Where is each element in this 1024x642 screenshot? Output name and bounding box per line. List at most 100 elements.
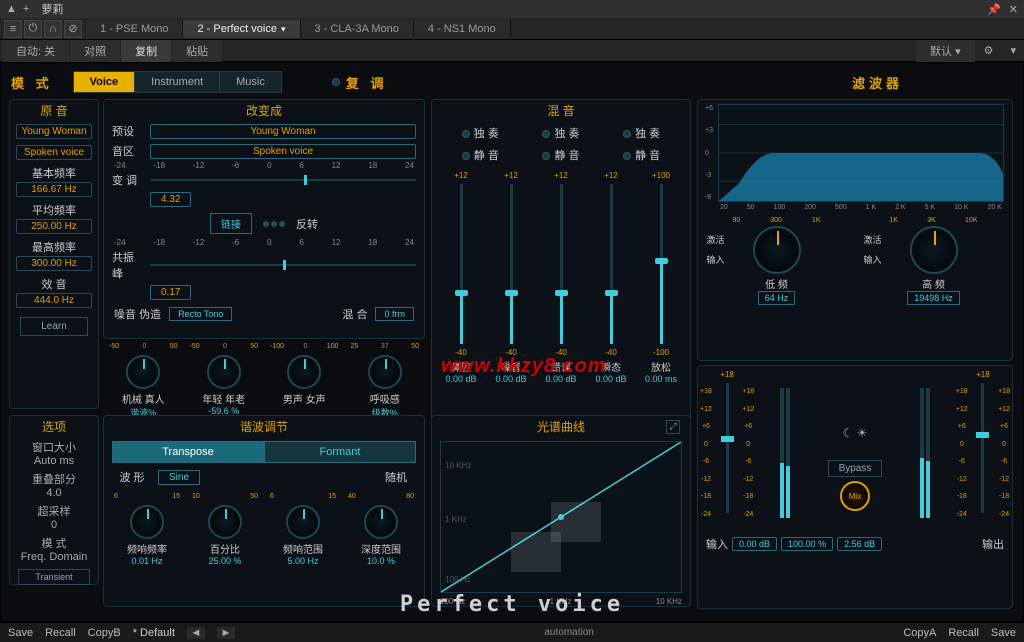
random-label[interactable]: 随机 bbox=[378, 469, 414, 485]
bars-icon[interactable]: ≡ bbox=[4, 20, 22, 38]
region-label: 音区 bbox=[112, 143, 144, 159]
gender-knob[interactable] bbox=[287, 355, 321, 389]
avgfreq-value[interactable]: 250.00 Hz bbox=[16, 219, 92, 234]
out-gain-value[interactable]: 2.56 dB bbox=[837, 537, 882, 551]
solo-dot-2[interactable] bbox=[542, 130, 550, 138]
mech-knob[interactable] bbox=[126, 355, 160, 389]
formant-tab[interactable]: Formant bbox=[264, 441, 416, 463]
copy-button[interactable]: 复制 bbox=[121, 40, 171, 62]
noise-value[interactable]: Recto Tono bbox=[169, 307, 232, 321]
range-knob[interactable] bbox=[286, 505, 320, 539]
error-slider[interactable] bbox=[560, 184, 563, 344]
output-gain-slider[interactable] bbox=[981, 383, 984, 513]
spectrum-plot[interactable]: 10 KHz 1 KHz 100 Hz bbox=[440, 441, 682, 593]
next-preset-button[interactable]: ► bbox=[217, 627, 235, 639]
in-gain-value[interactable]: 0.00 dB bbox=[732, 537, 777, 551]
transient-button[interactable]: Transient bbox=[18, 569, 90, 585]
mute-dot-3[interactable] bbox=[623, 152, 631, 160]
orig-young-woman[interactable]: Young Woman bbox=[16, 124, 92, 139]
copyb-button[interactable]: CopyB bbox=[88, 627, 121, 639]
recall-button-right[interactable]: Recall bbox=[948, 627, 979, 639]
gear-icon[interactable]: ⚙ bbox=[976, 44, 1002, 57]
save-button-left[interactable]: Save bbox=[8, 627, 33, 639]
region-value[interactable]: Spoken voice bbox=[150, 144, 416, 159]
basefreq-value[interactable]: 166.67 Hz bbox=[16, 182, 92, 197]
headphones-icon[interactable]: ∩ bbox=[44, 20, 62, 38]
orig-spoken[interactable]: Spoken voice bbox=[16, 145, 92, 160]
freq-knob[interactable] bbox=[130, 505, 164, 539]
highfreq-value[interactable]: 19498 Hz bbox=[907, 291, 960, 305]
close-icon[interactable]: ✕ bbox=[1009, 3, 1018, 16]
tab-ns1-mono[interactable]: 4 - NS1 Mono bbox=[414, 20, 511, 38]
breath-knob[interactable] bbox=[368, 355, 402, 389]
blend-value[interactable]: 0 frm bbox=[375, 307, 414, 321]
noise-slider[interactable] bbox=[510, 184, 513, 344]
pitch-value[interactable]: 4.32 bbox=[150, 192, 191, 207]
input-gain-slider[interactable] bbox=[726, 383, 729, 513]
tab-cla3a-mono[interactable]: 3 - CLA-3A Mono bbox=[301, 20, 414, 38]
preset-dropdown[interactable]: 默认 ▾ bbox=[916, 40, 975, 62]
mode-voice-button[interactable]: Voice bbox=[74, 72, 136, 92]
lowfreq-value[interactable]: 64 Hz bbox=[758, 291, 796, 305]
fx-value[interactable]: 444.0 Hz bbox=[16, 293, 92, 308]
compare-button[interactable]: 对照 bbox=[70, 40, 120, 62]
transpose-tab[interactable]: Transpose bbox=[112, 441, 264, 463]
filter-plot[interactable]: +6 +3 0 -3 -6 bbox=[718, 104, 1004, 202]
mode-music-button[interactable]: Music bbox=[220, 72, 281, 92]
solo-dot-3[interactable] bbox=[623, 130, 631, 138]
formant-slider[interactable] bbox=[150, 258, 416, 272]
chevron-down-icon[interactable]: ▾ bbox=[1002, 44, 1024, 57]
default-preset[interactable]: * Default bbox=[133, 627, 175, 639]
fx-label: 效 音 bbox=[10, 276, 98, 292]
age-knob[interactable] bbox=[207, 355, 241, 389]
relax-slider[interactable] bbox=[660, 184, 663, 344]
prev-preset-button[interactable]: ◄ bbox=[187, 627, 205, 639]
reverse-label[interactable]: 反转 bbox=[296, 216, 318, 232]
expand-icon[interactable]: ⤢ bbox=[666, 420, 680, 434]
wave-value[interactable]: Sine bbox=[158, 470, 200, 485]
mode-instrument-button[interactable]: Instrument bbox=[135, 72, 220, 92]
copya-button[interactable]: CopyA bbox=[903, 627, 936, 639]
solo-dot-1[interactable] bbox=[462, 130, 470, 138]
mix-value[interactable]: 100.00 % bbox=[781, 537, 833, 551]
maxfreq-value[interactable]: 300.00 Hz bbox=[16, 256, 92, 271]
highfreq-knob[interactable] bbox=[910, 226, 958, 274]
power-icon[interactable]: ⏻ bbox=[24, 20, 42, 38]
mute-dot-2[interactable] bbox=[542, 152, 550, 160]
learn-button[interactable]: Learn bbox=[20, 317, 88, 336]
link-button[interactable]: 链接 bbox=[210, 213, 252, 234]
chevron-down-icon[interactable]: ▾ bbox=[281, 24, 286, 34]
mute-dot-1[interactable] bbox=[462, 152, 470, 160]
preset-toolbar: 自动: 关 对照 复制 粘贴 默认 ▾ ⚙ ▾ bbox=[0, 40, 1024, 62]
pin-icon[interactable]: 📌 bbox=[987, 3, 1001, 16]
mode-value[interactable]: Freq. Domain bbox=[10, 551, 98, 563]
bypass-button[interactable]: Bypass bbox=[828, 460, 883, 477]
automation-off[interactable]: 自动: 关 bbox=[2, 40, 69, 62]
svg-text:10 KHz: 10 KHz bbox=[445, 461, 471, 470]
transient-slider[interactable] bbox=[610, 184, 613, 344]
spectrum-title: 光谱曲线 bbox=[432, 416, 690, 437]
paste-button[interactable]: 粘贴 bbox=[172, 40, 222, 62]
save-button-right[interactable]: Save bbox=[991, 627, 1016, 639]
tab-perfect-voice[interactable]: 2 - Perfect voice▾ bbox=[183, 20, 300, 38]
overlap-value[interactable]: 4.0 bbox=[10, 487, 98, 499]
moon-icon[interactable]: ☾ ☀ bbox=[843, 426, 868, 440]
lowfreq-knob[interactable] bbox=[753, 226, 801, 274]
tab-pse-mono[interactable]: 1 - PSE Mono bbox=[86, 20, 183, 38]
mix-knob[interactable]: Mix bbox=[840, 481, 870, 511]
nasal-slider[interactable] bbox=[460, 184, 463, 344]
plus-icon[interactable]: + bbox=[23, 3, 29, 15]
poly-indicator[interactable] bbox=[332, 78, 340, 86]
percent-knob[interactable] bbox=[208, 505, 242, 539]
recall-button-left[interactable]: Recall bbox=[45, 627, 76, 639]
preset-value[interactable]: Young Woman bbox=[150, 124, 416, 139]
oversample-value[interactable]: 0 bbox=[10, 519, 98, 531]
triangle-icon[interactable]: ▲ bbox=[6, 3, 17, 15]
depth-knob[interactable] bbox=[364, 505, 398, 539]
mix-panel: 混 音 独 奏静 音 独 奏静 音 独 奏静 音 +12-40鼻腔0.00 dB… bbox=[431, 99, 691, 431]
formant-value[interactable]: 0.17 bbox=[150, 285, 191, 300]
plugin-chain-toolbar: ≡ ⏻ ∩ ⊘ 1 - PSE Mono 2 - Perfect voice▾ … bbox=[0, 18, 1024, 40]
winsize-value[interactable]: Auto ms bbox=[10, 455, 98, 467]
pitch-slider[interactable] bbox=[150, 173, 416, 187]
bypass-icon[interactable]: ⊘ bbox=[64, 20, 82, 38]
